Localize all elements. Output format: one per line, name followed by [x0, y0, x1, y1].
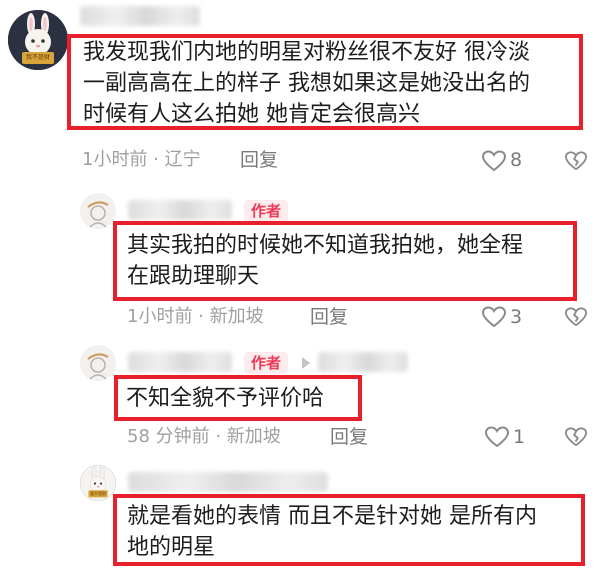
comment-text[interactable]: 我发现我们内地的明星对粉丝很不友好 很冷淡 一副高高在上的样子 我想如果这是她没…: [71, 38, 579, 126]
comment-meta: 58 分钟前 · 新加坡: [127, 426, 281, 447]
author-badge: 作者: [244, 352, 289, 374]
username-blurred[interactable]: [128, 472, 328, 492]
reply-button[interactable]: 回复: [330, 425, 368, 449]
username-blurred[interactable]: [80, 6, 200, 26]
highlight-box: 不知全貌不予评价哈: [114, 375, 362, 421]
broken-heart-icon[interactable]: [564, 426, 588, 448]
comment-text[interactable]: 就是看她的表情 而且不是针对她 是所有内 地的明星: [117, 498, 581, 562]
username-blurred[interactable]: [128, 200, 232, 220]
highlight-box: 就是看她的表情 而且不是针对她 是所有内 地的明星: [113, 494, 585, 566]
reply-button[interactable]: 回复: [310, 305, 348, 329]
like-count: 8: [510, 149, 523, 171]
author-badge: 作者: [244, 200, 289, 222]
avatar-sign-text: 我不是财: [90, 491, 106, 496]
heart-icon[interactable]: [481, 149, 507, 173]
comment-meta: 1小时前 · 辽宁: [82, 149, 201, 170]
broken-heart-icon[interactable]: [564, 150, 588, 172]
avatar[interactable]: [80, 193, 116, 229]
highlight-box: 其实我拍的时候她不知道我拍她，她全程 在跟助理聊天: [113, 221, 577, 301]
like-count: 3: [510, 306, 523, 328]
avatar[interactable]: 我不是财: [8, 10, 68, 70]
like-count: 1: [513, 426, 526, 448]
avatar[interactable]: 我不是财: [80, 465, 116, 501]
heart-icon[interactable]: [484, 425, 510, 449]
reply-button[interactable]: 回复: [240, 148, 278, 172]
avatar[interactable]: [80, 345, 116, 381]
comment-meta: 1小时前 · 新加坡: [127, 306, 264, 327]
heart-icon[interactable]: [481, 305, 507, 329]
highlight-box: 我发现我们内地的明星对粉丝很不友好 很冷淡 一副高高在上的样子 我想如果这是她没…: [67, 34, 583, 130]
sketch-avatar-icon: [80, 193, 116, 229]
sketch-avatar-icon: [80, 345, 116, 381]
reply-target-username-blurred[interactable]: [318, 352, 408, 372]
broken-heart-icon[interactable]: [564, 306, 588, 328]
reply-arrow-icon: [302, 357, 310, 369]
avatar-sign-text: 我不是财: [25, 54, 50, 61]
comment-text[interactable]: 不知全貌不予评价哈: [118, 379, 358, 414]
comment-text[interactable]: 其实我拍的时候她不知道我拍她，她全程 在跟助理聊天: [117, 225, 573, 292]
username-blurred[interactable]: [128, 352, 232, 372]
